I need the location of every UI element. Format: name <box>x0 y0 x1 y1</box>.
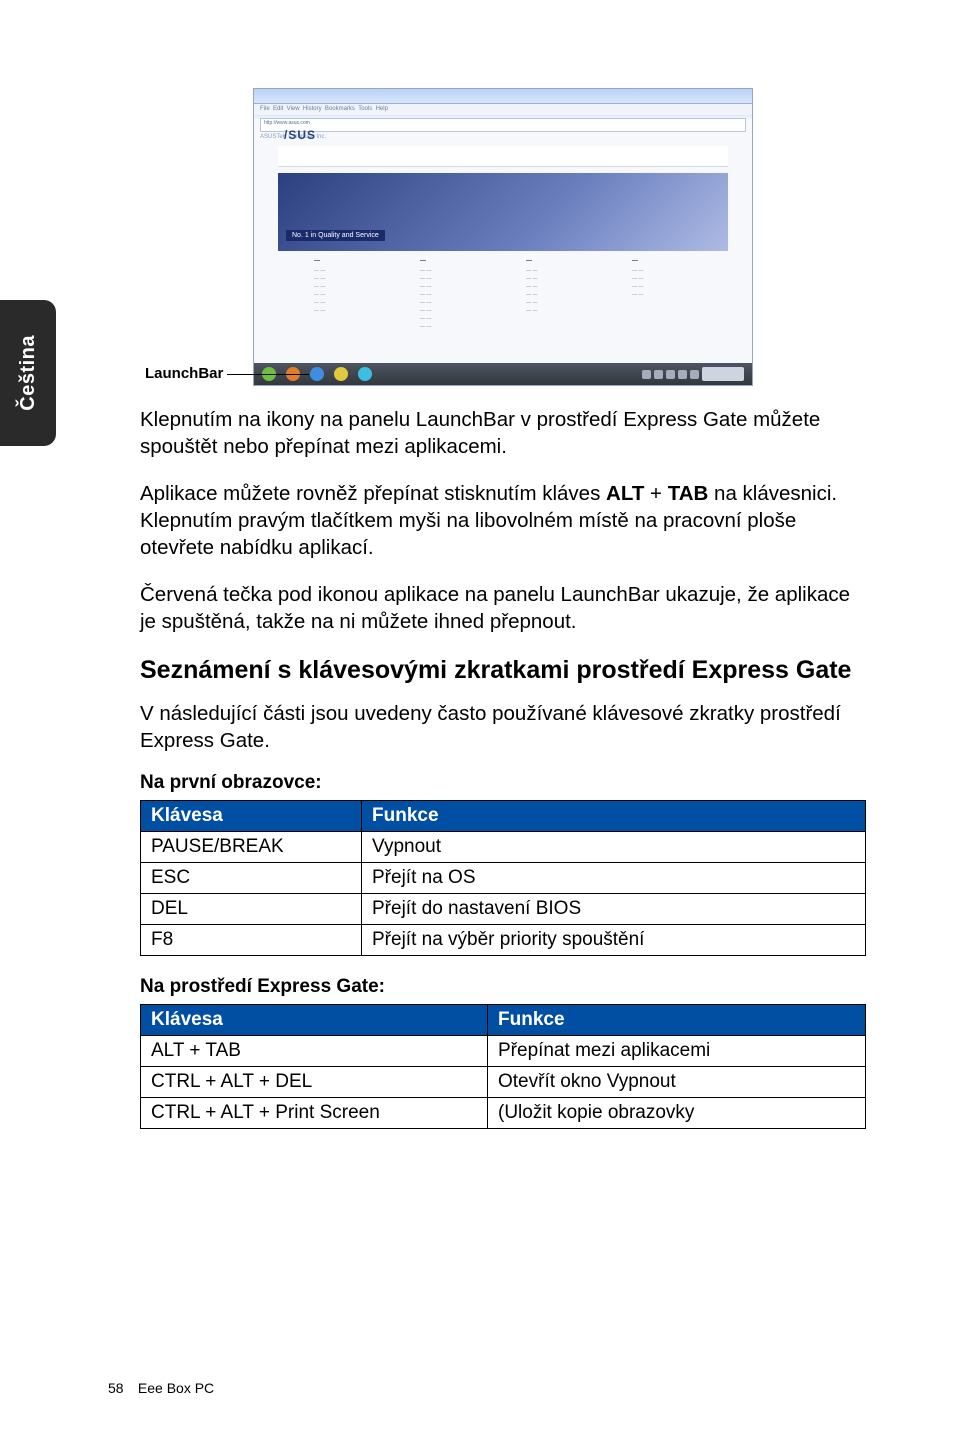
page-footer: 58 Eee Box PC <box>108 1380 214 1396</box>
page-columns: —— —— —— —— —— —— — —— —— —— —— —— —— ——… <box>314 257 712 331</box>
col-1: —— —— —— —— —— —— — <box>314 257 394 331</box>
table-row: PAUSE/BREAK Vypnout <box>141 832 866 863</box>
shortcut-table-express-gate: Klávesa Funkce ALT + TAB Přepínat mezi a… <box>140 1004 866 1129</box>
footer-title: Eee Box PC <box>138 1380 214 1396</box>
cell-key: CTRL + ALT + Print Screen <box>141 1098 488 1129</box>
section-lead: V následující části jsou uvedeny často p… <box>140 700 866 754</box>
cell-func: Vypnout <box>362 832 866 863</box>
launchbar-icon <box>358 367 372 381</box>
page-number: 58 <box>108 1380 134 1396</box>
launchbar-callout-line <box>227 374 309 375</box>
th-func: Funkce <box>488 1005 866 1036</box>
cell-key: ALT + TAB <box>141 1036 488 1067</box>
browser-tabbar: ASUSTeK Computer Inc. <box>254 134 752 142</box>
cell-key: ESC <box>141 863 362 894</box>
paragraph-3: Červená tečka pod ikonou aplikace na pan… <box>140 581 866 635</box>
screenshot-figure: File Edit View History Bookmarks Tools H… <box>253 88 753 386</box>
cell-func: (Uložit kopie obrazovky <box>488 1098 866 1129</box>
paragraph-2: Aplikace můžete rovněž přepínat stisknut… <box>140 480 866 561</box>
table1-caption: Na první obrazovce: <box>140 772 866 794</box>
browser-menubar: File Edit View History Bookmarks Tools H… <box>254 104 752 116</box>
p2-text-a: Aplikace můžete rovněž přepínat stisknut… <box>140 482 606 505</box>
hero-caption: No. 1 in Quality and Service <box>286 230 385 241</box>
launchbar-tray <box>642 367 744 381</box>
cell-key: F8 <box>141 925 362 956</box>
cell-key: PAUSE/BREAK <box>141 832 362 863</box>
language-side-tab: Čeština <box>0 300 56 446</box>
tray-icon <box>666 370 675 379</box>
th-key: Klávesa <box>141 801 362 832</box>
tray-icon <box>642 370 651 379</box>
shortcut-table-first-screen: Klávesa Funkce PAUSE/BREAK Vypnout ESC P… <box>140 800 866 956</box>
th-key: Klávesa <box>141 1005 488 1036</box>
table-row: CTRL + ALT + Print Screen (Uložit kopie … <box>141 1098 866 1129</box>
table-row: ALT + TAB Přepínat mezi aplikacemi <box>141 1036 866 1067</box>
p2-plus: + <box>644 482 667 505</box>
p2-tab: TAB <box>668 482 709 505</box>
page: Čeština File Edit View History Bookmarks… <box>0 0 954 1438</box>
cell-func: Otevřít okno Vypnout <box>488 1067 866 1098</box>
col-4: —— —— —— —— — <box>632 257 712 331</box>
table-row: F8 Přejít na výběr priority spouštění <box>141 925 866 956</box>
tray-clock <box>702 367 744 381</box>
cell-key: DEL <box>141 894 362 925</box>
cell-func: Přepínat mezi aplikacemi <box>488 1036 866 1067</box>
tray-icon <box>654 370 663 379</box>
launchbar <box>254 363 752 385</box>
launchbar-icon <box>334 367 348 381</box>
col-3: —— —— —— —— —— —— — <box>526 257 606 331</box>
tray-icon <box>678 370 687 379</box>
asus-logo: /SUS <box>284 128 316 142</box>
th-func: Funkce <box>362 801 866 832</box>
p2-alt: ALT <box>606 482 644 505</box>
cell-func: Přejít na výběr priority spouštění <box>362 925 866 956</box>
col-2: —— —— —— —— —— —— —— —— — <box>420 257 500 331</box>
cell-func: Přejít do nastavení BIOS <box>362 894 866 925</box>
window-titlebar <box>254 89 752 104</box>
hero-banner: No. 1 in Quality and Service <box>278 173 728 251</box>
tray-icon <box>690 370 699 379</box>
table-row: DEL Přejít do nastavení BIOS <box>141 894 866 925</box>
paragraph-1: Klepnutím na ikony na panelu LaunchBar v… <box>140 406 866 460</box>
table-row: ESC Přejít na OS <box>141 863 866 894</box>
language-label: Čeština <box>17 335 40 411</box>
launchbar-callout-label: LaunchBar <box>145 365 223 382</box>
hero-topbar <box>278 146 728 167</box>
section-heading: Seznámení s klávesovými zkratkami prostř… <box>140 655 866 686</box>
browser-window: File Edit View History Bookmarks Tools H… <box>253 88 753 386</box>
launchbar-icon <box>310 367 324 381</box>
table2-caption: Na prostředí Express Gate: <box>140 976 866 998</box>
cell-func: Přejít na OS <box>362 863 866 894</box>
browser-urlbar: http://www.asus.com <box>260 118 746 132</box>
cell-key: CTRL + ALT + DEL <box>141 1067 488 1098</box>
table-row: CTRL + ALT + DEL Otevřít okno Vypnout <box>141 1067 866 1098</box>
